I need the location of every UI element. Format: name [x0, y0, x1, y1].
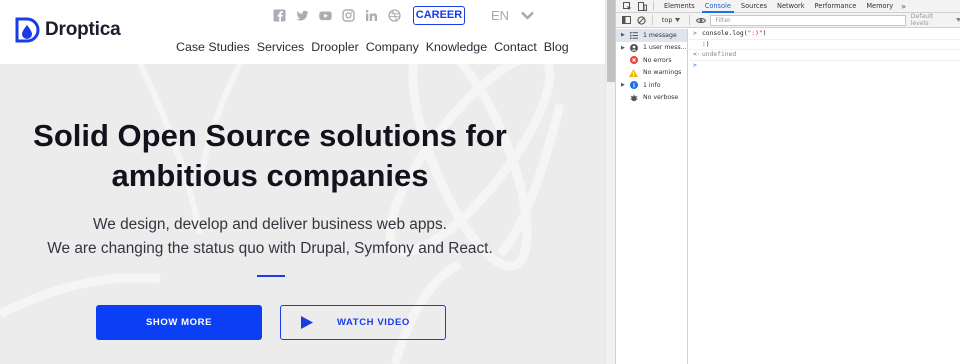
console-result-line: <· undefined: [689, 50, 960, 61]
website-viewport: Droptica CAREER EN Case Studies Services…: [0, 0, 605, 364]
sidebar-item-verbose[interactable]: No verbose: [616, 92, 687, 105]
facebook-icon[interactable]: [272, 8, 286, 22]
console-prompt-line[interactable]: >: [689, 61, 960, 72]
brand-logo[interactable]: Droptica: [14, 16, 121, 44]
show-more-button[interactable]: SHOW MORE: [96, 305, 262, 340]
hero-section: Solid Open Source solutions for ambitiou…: [0, 64, 605, 364]
watch-video-button[interactable]: WATCH VIDEO: [280, 305, 446, 340]
console-toolbar: top Filter Default levels: [616, 13, 960, 28]
tab-memory[interactable]: Memory: [861, 0, 898, 13]
console-input-line: > console.log(":)"): [689, 29, 960, 40]
input-prompt-icon: >: [693, 30, 697, 37]
site-header: Droptica CAREER EN Case Studies Services…: [0, 0, 605, 64]
sidebar-item-messages[interactable]: ▶ 1 message: [616, 29, 687, 42]
hero-subtitle-line-1: We design, develop and deliver business …: [93, 216, 447, 233]
expand-arrow-icon[interactable]: ▶: [621, 32, 629, 38]
expand-arrow-icon[interactable]: ▶: [621, 82, 629, 88]
console-sidebar: ▶ 1 message ▶ 1 user mess... No errors N…: [616, 29, 688, 364]
console-log-line: :): [689, 40, 960, 50]
nav-item-company[interactable]: Company: [366, 40, 419, 54]
play-icon: [301, 316, 313, 329]
sidebar-item-label: 1 info: [643, 81, 661, 89]
sidebar-item-label: No verbose: [643, 94, 679, 102]
sidebar-item-user-messages[interactable]: ▶ 1 user mess...: [616, 42, 687, 55]
user-icon: [629, 43, 638, 52]
result-value: undefined: [702, 51, 737, 58]
toolbar-separator: [651, 15, 653, 25]
tab-separator: [653, 1, 654, 11]
log-levels-select[interactable]: Default levels: [911, 13, 953, 27]
nav-item-knowledge[interactable]: Knowledge: [426, 40, 487, 54]
dribbble-icon[interactable]: [387, 8, 401, 22]
toolbar-separator: [689, 15, 691, 25]
nav-item-blog[interactable]: Blog: [544, 40, 569, 54]
nav-item-services[interactable]: Services: [257, 40, 305, 54]
verbose-icon: [629, 93, 638, 102]
nav-item-case-studies[interactable]: Case Studies: [176, 40, 250, 54]
console-filter-input[interactable]: Filter: [710, 14, 906, 26]
watch-video-label: WATCH VIDEO: [337, 317, 410, 328]
hero-title-line-1: Solid Open Source solutions for: [33, 118, 507, 153]
scrollbar-thumb[interactable]: [607, 0, 615, 82]
expand-arrow-icon[interactable]: ▶: [621, 45, 629, 51]
info-icon: [629, 81, 638, 90]
tab-network[interactable]: Network: [772, 0, 810, 13]
hero-divider: [257, 275, 285, 277]
console-output[interactable]: > console.log(":)") :) <· undefined >: [689, 29, 960, 364]
dropdown-arrow-icon: [675, 18, 681, 22]
tab-performance[interactable]: Performance: [810, 0, 862, 13]
career-button[interactable]: CAREER: [413, 5, 465, 25]
command-close: ): [762, 30, 767, 37]
console-command: console.log(":)"): [702, 29, 766, 39]
device-toolbar-icon[interactable]: [637, 1, 648, 12]
sidebar-item-label: No warnings: [643, 69, 682, 77]
sidebar-item-label: 1 message: [643, 31, 677, 39]
sidebar-item-info[interactable]: ▶ 1 info: [616, 79, 687, 92]
inspect-element-icon[interactable]: [622, 1, 633, 12]
error-icon: [629, 56, 638, 65]
more-tabs-icon[interactable]: »: [898, 2, 909, 11]
list-icon: [629, 31, 638, 40]
sidebar-item-warnings[interactable]: No warnings: [616, 67, 687, 80]
page-scrollbar[interactable]: [605, 0, 615, 364]
result-arrow-icon: <·: [693, 51, 701, 58]
droptica-logo-icon: [15, 17, 40, 43]
prompt-caret-icon: >: [693, 61, 697, 69]
tab-sources[interactable]: Sources: [736, 0, 772, 13]
devtools-panel: Elements Console Sources Network Perform…: [615, 0, 960, 364]
twitter-icon[interactable]: [295, 8, 309, 22]
tab-elements[interactable]: Elements: [659, 0, 700, 13]
sidebar-toggle-icon[interactable]: [621, 15, 632, 26]
nav-item-droopler[interactable]: Droopler: [311, 40, 359, 54]
youtube-icon[interactable]: [318, 8, 332, 22]
live-expression-eye-icon[interactable]: [695, 15, 706, 26]
dropdown-arrow-icon: [956, 18, 960, 22]
command-argument: ":)": [747, 30, 763, 37]
main-navigation: Case Studies Services Droopler Company K…: [176, 40, 576, 54]
sidebar-item-label: 1 user mess...: [643, 44, 687, 52]
log-output-text: :): [702, 40, 710, 48]
clear-console-icon[interactable]: [636, 15, 647, 26]
nav-item-contact[interactable]: Contact: [494, 40, 537, 54]
devtools-tab-bar: Elements Console Sources Network Perform…: [616, 0, 960, 13]
hero-subtitle-line-2: We are changing the status quo with Drup…: [47, 240, 493, 257]
command-function: console.log(: [702, 30, 748, 37]
linkedin-icon[interactable]: [364, 8, 378, 22]
warning-icon: [629, 68, 638, 77]
execution-context-select[interactable]: top: [658, 16, 684, 24]
top-utility-bar: CAREER EN: [272, 5, 534, 25]
sidebar-item-errors[interactable]: No errors: [616, 54, 687, 67]
hero-title-line-2: ambitious companies: [111, 158, 429, 193]
chevron-down-icon[interactable]: [521, 11, 534, 20]
tab-console[interactable]: Console: [700, 0, 736, 13]
language-selector[interactable]: EN: [491, 8, 509, 23]
instagram-icon[interactable]: [341, 8, 355, 22]
context-label: top: [661, 16, 673, 24]
brand-name: Droptica: [45, 19, 121, 40]
sidebar-item-label: No errors: [643, 56, 672, 64]
